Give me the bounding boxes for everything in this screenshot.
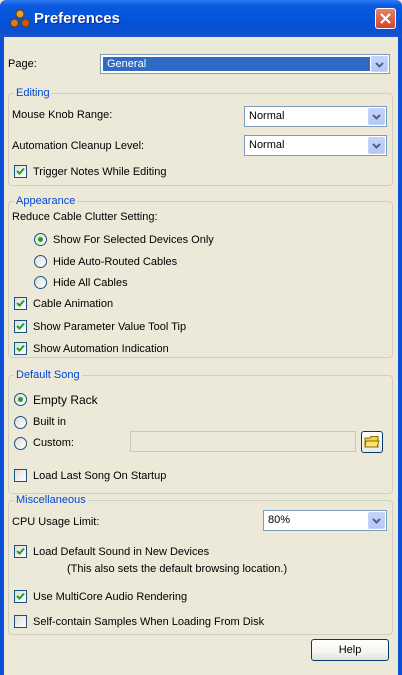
default-song-legend: Default Song: [14, 369, 82, 381]
automation-cleanup-dropdown-button[interactable]: [368, 137, 385, 154]
radio-empty-rack[interactable]: [14, 393, 27, 406]
chevron-down-icon: [375, 62, 384, 68]
page-label: Page:: [8, 58, 37, 70]
mouse-knob-value: Normal: [249, 110, 285, 122]
radio-custom-label[interactable]: Custom:: [33, 437, 74, 449]
editing-legend: Editing: [14, 87, 52, 99]
checkmark-icon: [16, 299, 25, 307]
mouse-knob-select[interactable]: Normal: [244, 106, 387, 127]
load-last-song-checkbox[interactable]: [14, 469, 27, 482]
radio-show-selected-devices-label[interactable]: Show For Selected Devices Only: [53, 234, 214, 246]
cable-animation-checkbox[interactable]: [14, 297, 27, 310]
automation-cleanup-value: Normal: [249, 139, 285, 151]
radio-built-in-label[interactable]: Built in: [33, 416, 66, 428]
chevron-down-icon: [372, 518, 381, 524]
page-select-dropdown-button[interactable]: [371, 56, 388, 72]
appearance-legend: Appearance: [14, 195, 78, 207]
help-button[interactable]: Help: [311, 639, 389, 661]
load-default-sound-label[interactable]: Load Default Sound in New Devices: [33, 546, 209, 558]
cpu-usage-select[interactable]: 80%: [263, 510, 387, 531]
mouse-knob-label: Mouse Knob Range:: [12, 109, 113, 121]
page-select[interactable]: General: [100, 54, 390, 74]
parameter-tooltip-label[interactable]: Show Parameter Value Tool Tip: [33, 321, 186, 333]
window-title: Preferences: [34, 10, 120, 27]
cable-clutter-label: Reduce Cable Clutter Setting:: [12, 211, 158, 223]
folder-icon: [364, 436, 380, 448]
trigger-notes-checkbox[interactable]: [14, 165, 27, 178]
radio-empty-rack-label[interactable]: Empty Rack: [33, 393, 98, 407]
custom-song-path-input[interactable]: [130, 431, 356, 452]
automation-indication-checkbox[interactable]: [14, 342, 27, 355]
automation-cleanup-label: Automation Cleanup Level:: [12, 140, 145, 152]
browse-song-button[interactable]: [361, 431, 383, 453]
radio-selected-dot: [18, 397, 23, 402]
miscellaneous-legend: Miscellaneous: [14, 494, 88, 506]
multicore-rendering-label[interactable]: Use MultiCore Audio Rendering: [33, 591, 187, 603]
page-select-value: General: [103, 57, 370, 71]
checkmark-icon: [16, 322, 25, 330]
cable-animation-label[interactable]: Cable Animation: [33, 298, 113, 310]
parameter-tooltip-checkbox[interactable]: [14, 320, 27, 333]
radio-selected-dot: [38, 237, 43, 242]
multicore-rendering-checkbox[interactable]: [14, 590, 27, 603]
checkmark-icon: [16, 344, 25, 352]
cpu-usage-label: CPU Usage Limit:: [12, 516, 100, 528]
chevron-down-icon: [372, 114, 381, 120]
radio-hide-all-cables-label[interactable]: Hide All Cables: [53, 277, 128, 289]
load-last-song-label[interactable]: Load Last Song On Startup: [33, 470, 166, 482]
cpu-usage-dropdown-button[interactable]: [368, 512, 385, 529]
close-icon: [380, 13, 391, 24]
automation-indication-label[interactable]: Show Automation Indication: [33, 343, 169, 355]
chevron-down-icon: [372, 143, 381, 149]
trigger-notes-label[interactable]: Trigger Notes While Editing: [33, 166, 166, 178]
window-border-right: [398, 37, 402, 675]
radio-show-selected-devices[interactable]: [34, 233, 47, 246]
close-button[interactable]: [375, 8, 396, 29]
checkmark-icon: [16, 547, 25, 555]
self-contain-samples-checkbox[interactable]: [14, 615, 27, 628]
title-bar[interactable]: Preferences: [0, 0, 402, 37]
self-contain-samples-label[interactable]: Self-contain Samples When Loading From D…: [33, 616, 264, 628]
checkmark-icon: [16, 592, 25, 600]
radio-hide-all-cables[interactable]: [34, 276, 47, 289]
dialog-body: Page: General Editing Mouse Knob Range: …: [4, 37, 398, 675]
checkmark-icon: [16, 167, 25, 175]
load-default-sound-note: (This also sets the default browsing loc…: [67, 563, 288, 575]
mouse-knob-dropdown-button[interactable]: [368, 108, 385, 125]
automation-cleanup-select[interactable]: Normal: [244, 135, 387, 156]
cpu-usage-value: 80%: [268, 514, 291, 526]
radio-hide-auto-routed-label[interactable]: Hide Auto-Routed Cables: [53, 256, 177, 268]
load-default-sound-checkbox[interactable]: [14, 545, 27, 558]
radio-hide-auto-routed[interactable]: [34, 255, 47, 268]
radio-custom[interactable]: [14, 437, 27, 450]
radio-built-in[interactable]: [14, 416, 27, 429]
app-logo-icon: [10, 9, 30, 29]
